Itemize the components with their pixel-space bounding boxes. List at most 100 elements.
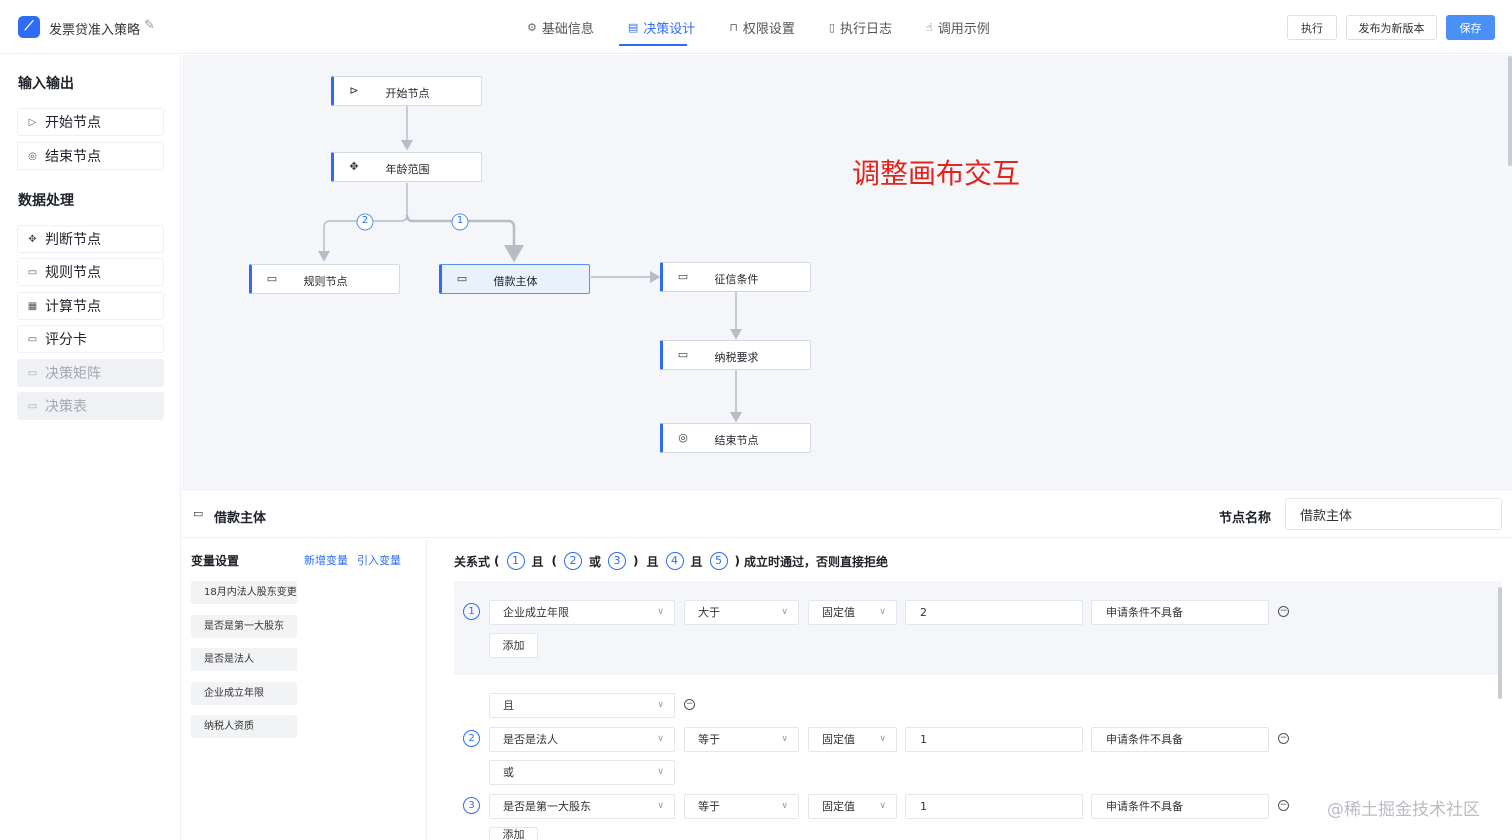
condition-number: 3: [463, 797, 480, 814]
condition-field-select[interactable]: 企业成立年限 ∨: [489, 600, 675, 625]
node-config-panel: ▭ 借款主体 节点名称 变量设置 新增变量 引入变量 18月内法人股东变更 是否…: [182, 491, 1512, 840]
chevron-down-icon: ∨: [879, 734, 886, 744]
variable-item[interactable]: 18月内法人股东变更: [191, 581, 297, 604]
tab-execution-log[interactable]: ▯ 执行日志: [812, 0, 909, 54]
chevron-down-icon: ∨: [781, 734, 788, 744]
top-bar: ⟋ 发票贷准入策略 ✎ ⚙ 基础信息 ▤ 决策设计 ⊓ 权限设置 ▯ 执行日志 ☝ 调用示…: [0, 0, 1512, 54]
main-tabs: ⚙ 基础信息 ▤ 决策设计 ⊓ 权限设置 ▯ 执行日志 ☝ 调用示例: [510, 0, 1007, 54]
card-icon: ▭: [193, 507, 204, 520]
formula-ref-3: 3: [608, 552, 627, 570]
node-name-input[interactable]: [1285, 498, 1502, 530]
palette-item-start[interactable]: ▷ 开始节点: [17, 108, 164, 136]
panel-header: ▭ 借款主体 节点名称: [182, 491, 1512, 538]
palette-item-compute[interactable]: ▦ 计算节点: [17, 292, 164, 320]
tab-basic-info[interactable]: ⚙ 基础信息: [510, 0, 611, 54]
stop-icon: ◎: [28, 150, 37, 162]
chevron-down-icon: ∨: [657, 767, 664, 777]
flow-canvas[interactable]: 2 1 ⊳ 开始节点 ✥ 年龄范围 ▭ 规则节点 ▭ 借款主体 ▭ 征信条件 ▭ 纳税要求 …: [182, 55, 1512, 491]
edit-title-icon[interactable]: ✎: [144, 18, 155, 33]
chevron-down-icon: ∨: [657, 607, 664, 617]
run-button[interactable]: 执行: [1287, 15, 1337, 40]
design-icon: ▤: [627, 20, 639, 34]
condition-message-input[interactable]: 申请条件不具备: [1091, 600, 1269, 625]
calculator-icon: ▦: [27, 300, 38, 312]
tab-permissions[interactable]: ⊓ 权限设置: [712, 0, 812, 54]
condition-value-input[interactable]: 1: [905, 794, 1083, 819]
formula-ref-1: 1: [506, 552, 525, 570]
formula-and: 且: [646, 554, 659, 569]
condition-message-input[interactable]: 申请条件不具备: [1091, 794, 1269, 819]
condition-operator-select[interactable]: 等于 ∨: [684, 794, 799, 819]
tab-call-example[interactable]: ☝ 调用示例: [909, 0, 1007, 54]
save-button[interactable]: 保存: [1446, 15, 1495, 40]
canvas-scrollbar[interactable]: [1508, 56, 1512, 166]
add-variable-link[interactable]: 新增变量: [304, 552, 348, 568]
variable-item[interactable]: 是否是法人: [191, 648, 297, 671]
remove-condition-icon[interactable]: −: [1278, 800, 1289, 811]
flow-node-start[interactable]: ⊳ 开始节点: [331, 76, 482, 106]
publish-button[interactable]: 发布为新版本: [1346, 15, 1437, 40]
chevron-down-icon: ∨: [879, 607, 886, 617]
variable-item[interactable]: 纳税人资质: [191, 715, 297, 738]
add-condition-button[interactable]: 添加: [489, 827, 538, 840]
canvas-annotation: 调整画布交互: [852, 157, 1021, 190]
formula-and: 且: [531, 554, 544, 569]
panel-scrollbar[interactable]: [1498, 587, 1502, 699]
condition-operator-select[interactable]: 等于 ∨: [684, 727, 799, 752]
condition-value-input[interactable]: 1: [905, 727, 1083, 752]
relation-formula: 关系式 ( 1 且 ( 2 或 3 ) 且 4 且 5 ) 成立时通过，否则直接…: [454, 552, 888, 570]
add-condition-button[interactable]: 添加: [489, 633, 538, 658]
branch-label-2: 2: [361, 215, 369, 226]
card-icon: ▭: [27, 400, 38, 412]
formula-paren: (: [494, 554, 500, 568]
condition-field-select[interactable]: 是否是法人 ∨: [489, 727, 675, 752]
remove-condition-icon[interactable]: −: [1278, 606, 1289, 617]
watermark: @稀土掘金技术社区: [1327, 800, 1480, 820]
variable-item[interactable]: 是否是第一大股东: [191, 615, 297, 638]
condition-type-select[interactable]: 固定值 ∨: [808, 727, 897, 752]
chevron-down-icon: ∨: [657, 734, 664, 744]
condition-number: 2: [463, 730, 480, 747]
chevron-down-icon: ∨: [781, 607, 788, 617]
condition-type-select[interactable]: 固定值 ∨: [808, 794, 897, 819]
condition-group-1: [454, 581, 1502, 675]
log-icon: ▯: [828, 20, 835, 34]
connector-select[interactable]: 或 ∨: [489, 760, 675, 785]
flow-node-age-range[interactable]: ✥ 年龄范围: [331, 152, 482, 182]
flow-node-end[interactable]: ◎ 结束节点: [660, 423, 811, 453]
palette-item-rule[interactable]: ▭ 规则节点: [17, 258, 164, 286]
settings-icon: ⚙: [527, 20, 537, 34]
remove-condition-icon[interactable]: −: [1278, 733, 1289, 744]
flow-node-tax[interactable]: ▭ 纳税要求: [660, 340, 811, 370]
flow-node-rule[interactable]: ▭ 规则节点: [249, 264, 400, 294]
condition-type-select[interactable]: 固定值 ∨: [808, 600, 897, 625]
play-icon: ▷: [28, 116, 37, 128]
condition-value-input[interactable]: 2: [905, 600, 1083, 625]
formula-ref-2: 2: [564, 552, 582, 570]
move-icon: ✥: [28, 233, 37, 245]
formula-paren: ): [633, 554, 639, 568]
chevron-down-icon: ∨: [781, 801, 788, 811]
formula-prefix: 关系式: [454, 554, 491, 569]
connector-select[interactable]: 且 ∨: [489, 693, 675, 718]
condition-operator-select[interactable]: 大于 ∨: [684, 600, 799, 625]
card-icon: ▭: [27, 367, 38, 379]
variable-item[interactable]: 企业成立年限: [191, 682, 297, 705]
node-palette-sidebar: 输入输出 ▷ 开始节点 ◎ 结束节点 数据处理 ✥ 判断节点 ▭ 规则节点 ▦ 计算节点 …: [0, 55, 181, 840]
branch-label-1: 1: [456, 215, 464, 226]
formula-ref-5: 5: [709, 552, 728, 570]
import-variable-link[interactable]: 引入变量: [357, 552, 401, 568]
card-icon: ▭: [27, 333, 38, 345]
remove-group-icon[interactable]: −: [684, 699, 695, 710]
condition-field-select[interactable]: 是否是第一大股东 ∨: [489, 794, 675, 819]
formula-and: 且: [690, 554, 703, 569]
palette-item-end[interactable]: ◎ 结束节点: [17, 142, 164, 170]
palette-item-judge[interactable]: ✥ 判断节点: [17, 225, 164, 253]
flow-node-borrower[interactable]: ▭ 借款主体: [439, 264, 590, 294]
condition-message-input[interactable]: 申请条件不具备: [1091, 727, 1269, 752]
formula-or: 或: [589, 554, 602, 569]
flow-node-credit[interactable]: ▭ 征信条件: [660, 262, 811, 292]
palette-item-scorecard[interactable]: ▭ 评分卡: [17, 325, 164, 353]
chevron-down-icon: ∨: [657, 700, 664, 710]
formula-paren: (: [551, 554, 557, 568]
